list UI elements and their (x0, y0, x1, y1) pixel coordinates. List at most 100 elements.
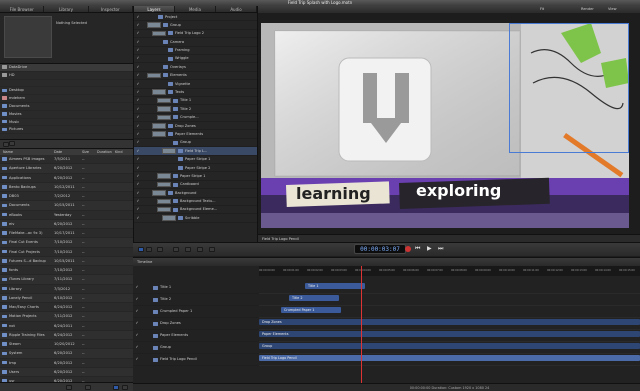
table-row[interactable]: FileMake...ac 9x 3) 10/17/2011 -- (0, 229, 133, 239)
layer-row[interactable]: ✓ Paper Stripe 1 (134, 172, 257, 181)
checkbox-icon[interactable]: ✓ (134, 164, 142, 171)
table-row[interactable]: Library 7/3/2012 -- (0, 285, 133, 294)
list-view-icon[interactable] (113, 385, 119, 390)
layer-row[interactable]: ✓ Vignette (134, 80, 257, 89)
timeline-clip[interactable]: Title 1 (305, 283, 365, 289)
table-row[interactable]: System 6/20/2012 -- (0, 349, 133, 359)
source-pictures[interactable]: Pictures (0, 126, 133, 135)
source-datadrive[interactable]: DataDrive (0, 64, 133, 72)
rewind-icon[interactable]: ⏮ (415, 245, 420, 253)
checkbox-icon[interactable]: ✓ (134, 30, 142, 37)
checkbox-icon[interactable]: ✓ (134, 63, 142, 70)
table-row[interactable]: Motion Projects 7/11/2012 -- (0, 312, 133, 322)
layer-row[interactable]: ✓ Framing (134, 47, 257, 55)
layer-row[interactable]: ✓ Wriggle (134, 55, 257, 64)
layer-row[interactable]: ✓ Background (134, 189, 257, 198)
timeline-track-name[interactable]: ✓ Title 2 (133, 294, 259, 306)
table-row[interactable]: Final Cut Events 7/10/2012 -- (0, 238, 133, 248)
timeline-ruler[interactable]: 00:00:00:00 00:00:01:00 00:00:02:00 00:00:0… (259, 266, 640, 276)
table-row[interactable]: Aperture Libraries 6/20/2012 -- (0, 164, 133, 174)
search-icon[interactable] (85, 385, 91, 390)
table-row[interactable]: Applications 6/20/2012 -- (0, 174, 133, 183)
tab-library[interactable]: Library (44, 6, 89, 12)
checkbox-icon[interactable]: ✓ (134, 80, 142, 87)
table-row[interactable]: tmp 6/20/2012 -- (0, 359, 133, 368)
viewer[interactable]: learning exploring (261, 23, 629, 228)
forward-icon[interactable]: ⏭ (438, 245, 443, 253)
timeline-track-name[interactable]: ✓ Paper Elements (133, 330, 259, 342)
layer-row[interactable]: ✓ Background Textu... (134, 198, 257, 206)
zoom-menu[interactable]: Fit (540, 6, 544, 13)
table-row[interactable]: not 6/24/2011 -- (0, 322, 133, 331)
source-movies[interactable]: Movies (0, 111, 133, 119)
layer-row[interactable]: ✓ Paper Stripe 2 (134, 164, 257, 173)
checkbox-icon[interactable]: ✓ (134, 214, 142, 221)
checkbox-icon[interactable]: ✓ (134, 198, 142, 205)
add-icon[interactable] (66, 385, 72, 390)
checkbox-icon[interactable]: ✓ (134, 21, 142, 28)
layer-row[interactable]: ✓ Group (134, 21, 257, 30)
table-row[interactable]: Steam 10/20/2012 -- (0, 340, 133, 350)
table-row[interactable]: Lonely Pencil 6/10/2012 -- (0, 293, 133, 303)
table-row[interactable]: Futures S...d Backup 10/15/2011 -- (0, 256, 133, 266)
checkbox-icon[interactable]: ✓ (133, 331, 141, 339)
timeline-clip[interactable]: Paper Elements (259, 331, 640, 337)
forward-button[interactable] (9, 141, 15, 146)
checkbox-icon[interactable]: ✓ (133, 343, 141, 351)
checkbox-icon[interactable]: ✓ (134, 189, 142, 196)
render-menu[interactable]: Render (581, 6, 594, 13)
record-button[interactable] (405, 246, 411, 252)
layer-row[interactable]: ✓ Field Trip L... (134, 147, 257, 156)
timeline-track-name[interactable]: ✓ Drop Zones (133, 318, 259, 330)
layer-row[interactable]: ✓ Elements (134, 72, 257, 81)
table-row[interactable]: iTunes Library 7/11/2012 -- (0, 275, 133, 285)
checkbox-icon[interactable]: ✓ (134, 206, 142, 213)
table-row[interactable]: eBooks Yesterday -- (0, 211, 133, 220)
tab-inspector[interactable]: Inspector (89, 6, 133, 12)
table-row[interactable]: Users 6/20/2012 -- (0, 367, 133, 377)
layer-row[interactable]: ✓ Paper Elements (134, 130, 257, 139)
layer-row[interactable]: ✓ Paper Stripe 1 (134, 156, 257, 165)
checkbox-icon[interactable]: ✓ (133, 295, 141, 303)
checkbox-icon[interactable]: ✓ (133, 355, 141, 363)
layer-row[interactable]: ✓ Cardboard (134, 181, 257, 190)
source-mdehern[interactable]: mdehern (0, 95, 133, 103)
layer-row[interactable]: ✓ Field Trip Logo 2 (134, 30, 257, 39)
timeline-track-name[interactable]: ✓ Crumpled Paper 1 (133, 306, 259, 318)
timeline-track-name[interactable]: ✓ Field Trip Logo Pencil (133, 354, 259, 366)
checkbox-icon[interactable]: ✓ (134, 47, 142, 54)
timeline-clip[interactable]: Title 2 (289, 295, 339, 301)
checkbox-icon[interactable]: ✓ (133, 307, 141, 315)
timeline-clip[interactable]: Drop Zones (259, 319, 640, 325)
playhead[interactable] (361, 266, 362, 384)
checkbox-icon[interactable]: ✓ (134, 55, 142, 62)
checkbox-icon[interactable]: ✓ (134, 147, 142, 154)
table-row[interactable]: fonts 7/10/2012 -- (0, 266, 133, 276)
source-desktop[interactable]: Desktop (0, 87, 133, 96)
checkbox-icon[interactable]: ✓ (133, 319, 141, 327)
layer-row[interactable]: ✓ Scribble (134, 214, 257, 223)
checkbox-icon[interactable]: ✓ (134, 139, 142, 146)
tab-layers[interactable]: Layers (134, 6, 175, 12)
timeline-track-name[interactable]: ✓ Title 1 (133, 282, 259, 294)
checkbox-icon[interactable]: ✓ (134, 13, 142, 20)
layer-row[interactable]: ✓ Project (134, 13, 257, 22)
layer-row[interactable]: ✓ Overlays (134, 63, 257, 72)
layer-row[interactable]: ✓ Title 2 (134, 105, 257, 114)
source-documents[interactable]: Documents (0, 103, 133, 111)
checkbox-icon[interactable]: ✓ (134, 172, 142, 179)
timeline-track-name[interactable]: ✓ Group (133, 342, 259, 354)
selection-bounding-box[interactable] (509, 23, 629, 153)
checkbox-icon[interactable]: ✓ (134, 181, 142, 188)
checkbox-icon[interactable]: ✓ (134, 156, 142, 163)
checkbox-icon[interactable]: ✓ (134, 38, 142, 45)
table-row[interactable]: Ripple Training Files 6/24/2012 -- (0, 330, 133, 340)
table-row[interactable]: Documents 10/15/2011 -- (0, 201, 133, 211)
layer-row[interactable]: ✓ Texts (134, 89, 257, 97)
layer-row[interactable]: ✓ Background Eleme... (134, 206, 257, 215)
table-row[interactable]: DB03 7/2/2012 -- (0, 192, 133, 202)
checkbox-icon[interactable]: ✓ (134, 114, 142, 121)
table-row[interactable]: Mac/Easy Charts 6/24/2012 -- (0, 303, 133, 313)
table-row[interactable]: Aimees PSB images 7/5/2011 -- (0, 155, 133, 165)
table-row[interactable]: Final Cut Projects 7/10/2012 -- (0, 248, 133, 257)
